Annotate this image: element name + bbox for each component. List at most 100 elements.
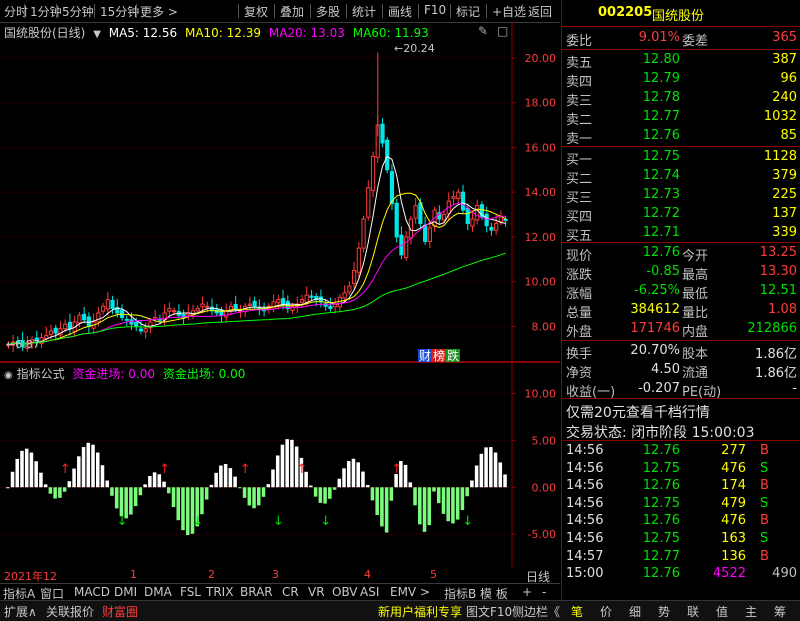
status-right-item[interactable]: 新用户福利专享 bbox=[378, 603, 462, 620]
tab-15min[interactable]: 15分钟 bbox=[100, 3, 139, 20]
status-right-item[interactable]: 图文F10 bbox=[466, 603, 512, 620]
tick-price: 12.76 bbox=[642, 478, 680, 494]
indicator-name[interactable]: 指标公式 bbox=[17, 367, 65, 381]
ma10-line bbox=[8, 192, 506, 345]
quote-nav-tab[interactable]: 筹 bbox=[774, 603, 786, 620]
order-volume: 1032 bbox=[763, 109, 797, 124]
tick-row[interactable]: 14:56 12.76 174 B bbox=[562, 477, 800, 496]
draw-line-button[interactable]: 画线 bbox=[388, 3, 412, 20]
stat-value: 171746 bbox=[630, 321, 680, 336]
indicator-panel[interactable]: 10.00 5.00 0.00 -5.00 ↑ ↓ ↑ ↓ ↑ ↓ ↑ ↓ ↑ ↓ ◉ 指标公式 资金进场… bbox=[0, 362, 560, 567]
bid-row: 买三 12.73 225 bbox=[562, 186, 800, 206]
chart-legend: 国统股份(日线) ▼ MA5: 12.56 MA10: 12.39 MA20: … bbox=[4, 24, 429, 41]
indicator-tab[interactable]: - bbox=[542, 585, 546, 599]
status-left-item[interactable]: 关联报价 bbox=[46, 603, 94, 620]
kline-svg[interactable]: 20.00 18.00 16.00 14.00 12.00 10.00 8.00 bbox=[0, 22, 560, 362]
indicator-tab[interactable]: > bbox=[420, 585, 430, 599]
order-price: 12.72 bbox=[642, 206, 680, 221]
kline-chart[interactable]: 20.00 18.00 16.00 14.00 12.00 10.00 8.00 国统股份(… bbox=[0, 22, 560, 363]
tick-row[interactable]: 14:57 12.77 136 B bbox=[562, 548, 800, 567]
quote-nav-tab[interactable]: 值 bbox=[716, 603, 728, 620]
expand-icon[interactable]: □ bbox=[497, 24, 508, 38]
overlay-button[interactable]: 叠加 bbox=[280, 3, 304, 20]
quote-nav-tab[interactable]: 势 bbox=[658, 603, 670, 620]
tab-5min[interactable]: 5分钟 bbox=[62, 3, 94, 20]
date-label: 3 bbox=[272, 568, 279, 581]
order-volume: 387 bbox=[772, 52, 797, 67]
candle-body bbox=[342, 292, 347, 299]
quote-nav-tab[interactable]: 联 bbox=[687, 603, 699, 620]
promo-link[interactable]: 仅需20元查看千档行情 bbox=[566, 402, 710, 422]
status-bar: 扩展∧ 关联报价 财富圈 新用户福利专享 图文F10 侧边栏《笔价细势联值主筹 bbox=[0, 600, 800, 621]
multi-stock-button[interactable]: 多股 bbox=[316, 3, 340, 20]
candle-body bbox=[82, 313, 87, 321]
tick-row[interactable]: 15:00 12.76 4522 490 bbox=[562, 565, 800, 584]
ask-row: 卖五 12.80 387 bbox=[562, 51, 800, 71]
indicator-tab[interactable]: CR bbox=[282, 585, 299, 599]
date-label: 2021年12 bbox=[4, 570, 57, 583]
order-price: 12.73 bbox=[642, 187, 680, 202]
ask-row: 卖四 12.79 96 bbox=[562, 70, 800, 90]
indicator-tab[interactable]: DMA bbox=[144, 585, 172, 599]
quote-nav-tab[interactable]: 笔 bbox=[571, 603, 583, 620]
mark-button[interactable]: 标记 bbox=[456, 3, 480, 20]
indicator-tab[interactable]: + bbox=[522, 585, 532, 599]
tick-row[interactable]: 14:56 12.76 277 B bbox=[562, 442, 800, 461]
indicator-bar bbox=[219, 465, 223, 488]
indicator-tab[interactable]: VR bbox=[308, 585, 325, 599]
divider bbox=[382, 4, 383, 18]
indicator-bar bbox=[176, 487, 181, 521]
add-watchlist-button[interactable]: +自选 bbox=[492, 3, 526, 20]
finance-badge[interactable]: 财 bbox=[418, 349, 433, 363]
indicator-tab[interactable]: DMI bbox=[114, 585, 137, 599]
tick-row[interactable]: 14:56 12.75 476 S bbox=[562, 460, 800, 479]
dropdown-triangle-icon[interactable]: ▼ bbox=[93, 29, 101, 40]
indicator-bar bbox=[129, 487, 133, 515]
candle-body bbox=[423, 224, 428, 242]
quote-nav-tab[interactable]: 价 bbox=[600, 603, 612, 620]
indicator-tab[interactable]: BRAR bbox=[240, 585, 273, 599]
settings-icon[interactable]: ✎ bbox=[478, 24, 488, 38]
adjust-button[interactable]: 复权 bbox=[244, 3, 268, 20]
status-right-item[interactable]: 侧边栏《 bbox=[512, 603, 560, 620]
order-volume: 225 bbox=[772, 187, 797, 202]
y-tick-label: 20.00 bbox=[525, 52, 557, 65]
indicator-tab[interactable]: MACD bbox=[74, 585, 110, 599]
indicator-svg[interactable]: 10.00 5.00 0.00 -5.00 ↑ ↓ ↑ ↓ ↑ ↓ ↑ ↓ ↑ ↓ bbox=[0, 362, 560, 567]
indicator-tab[interactable]: FSL bbox=[180, 585, 201, 599]
indicator-tab[interactable]: OBV bbox=[332, 585, 358, 599]
promo-row[interactable]: 仅需20元查看千档行情 bbox=[562, 401, 800, 422]
indicator-bar bbox=[365, 485, 370, 488]
statistics-button[interactable]: 统计 bbox=[352, 3, 376, 20]
indicator-bar bbox=[95, 452, 100, 488]
indicator-bar bbox=[413, 487, 417, 506]
candle-body bbox=[385, 139, 390, 171]
indicator-bar bbox=[24, 448, 29, 488]
tick-row[interactable]: 14:56 12.75 479 S bbox=[562, 495, 800, 514]
candle-body bbox=[366, 187, 371, 218]
tick-time: 14:56 bbox=[566, 443, 604, 458]
quote-nav-tab[interactable]: 细 bbox=[629, 603, 641, 620]
indicator-tab[interactable]: TRIX bbox=[206, 585, 233, 599]
tick-row[interactable]: 14:56 12.75 163 S bbox=[562, 530, 800, 549]
back-button[interactable]: 返回 bbox=[528, 3, 552, 20]
status-left-item[interactable]: 财富圈 bbox=[102, 603, 138, 620]
tick-volume: 136 bbox=[721, 548, 746, 564]
divider bbox=[522, 4, 523, 18]
indicator-tab[interactable]: EMV bbox=[390, 585, 416, 599]
tick-row[interactable]: 14:56 12.76 476 B bbox=[562, 512, 800, 531]
candle-body bbox=[304, 294, 309, 303]
order-volume: 240 bbox=[772, 90, 797, 105]
stat-value: 20.70% bbox=[630, 343, 680, 358]
more-menu[interactable]: 更多 > bbox=[140, 3, 178, 20]
f10-button[interactable]: F10 bbox=[424, 3, 446, 17]
stock-title: 002205 国统股份 bbox=[562, 4, 800, 24]
status-left-item[interactable]: 扩展∧ bbox=[4, 603, 37, 620]
collapse-icon[interactable]: ◉ bbox=[4, 370, 13, 381]
quote-nav-tab[interactable]: 主 bbox=[745, 603, 757, 620]
fall-badge[interactable]: 跌 bbox=[446, 349, 461, 363]
indicator-tab[interactable]: ASI bbox=[360, 585, 379, 599]
ranking-badge[interactable]: 榜 bbox=[432, 349, 447, 363]
candle-body bbox=[167, 308, 172, 312]
y-tick-label: -5.00 bbox=[528, 528, 556, 541]
